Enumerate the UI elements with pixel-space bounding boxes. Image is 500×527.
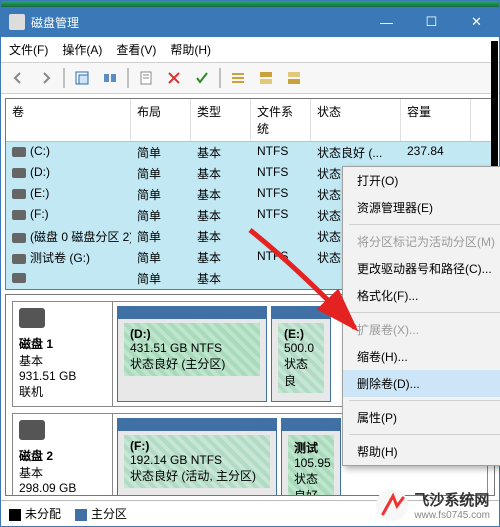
check-icon[interactable] [191,67,213,89]
header-fs[interactable]: 文件系统 [251,99,311,141]
watermark-logo-icon [376,489,408,521]
partition-f-status: 状态良好 (活动, 主分区) [130,469,256,483]
refresh-icon[interactable] [71,67,93,89]
header-volume[interactable]: 卷 [6,99,131,141]
partition-e-size: 500.0 [284,341,314,355]
ctx-mark-active: 将分区标记为活动分区(M) [343,228,500,255]
partition-d-label: (D:) [130,327,151,341]
ctx-shrink[interactable]: 缩卷(H)... [343,343,500,370]
partition-f[interactable]: (F:) 192.14 GB NTFS 状态良好 (活动, 主分区) [117,418,277,496]
disk-1-status: 联机 [19,383,106,400]
disk-1-size: 931.51 GB [19,369,106,383]
partition-e-label: (E:) [284,327,304,341]
disk-2-size: 298.09 GB [19,481,106,495]
delete-icon[interactable] [163,67,185,89]
header-layout[interactable]: 布局 [131,99,191,141]
menubar: 文件(F) 操作(A) 查看(V) 帮助(H) [1,37,499,63]
titlebar: 磁盘管理 — ☐ ✕ [1,7,499,37]
disk-2-status: 联机 [19,495,106,496]
context-menu: 打开(O) 资源管理器(E) 将分区标记为活动分区(M) 更改驱动器号和路径(C… [342,166,500,466]
watermark-name: 飞沙系统网 [414,492,489,509]
menu-help[interactable]: 帮助(H) [170,41,211,58]
tile-top-icon[interactable] [255,67,277,89]
disk-icon [19,420,45,440]
minimize-button[interactable]: — [364,7,409,37]
list-icon[interactable] [227,67,249,89]
app-icon [9,14,25,30]
partition-d[interactable]: (D:) 431.51 GB NTFS 状态良好 (主分区) [117,306,267,402]
properties-icon[interactable] [135,67,157,89]
close-button[interactable]: ✕ [454,7,499,37]
tile-bottom-icon[interactable] [283,67,305,89]
separator [63,68,65,88]
ctx-format[interactable]: 格式化(F)... [343,282,500,309]
header-capacity[interactable]: 容量 [401,99,471,141]
legend-primary-swatch [75,509,87,521]
disk-icon [19,308,45,328]
ctx-properties[interactable]: 属性(P) [343,404,500,431]
partition-f-size: 192.14 GB NTFS [130,453,222,467]
ctx-separator [349,400,500,401]
disk-1-info[interactable]: 磁盘 1 基本 931.51 GB 联机 [13,302,113,406]
forward-icon[interactable] [35,67,57,89]
disk-2-info[interactable]: 磁盘 2 基本 298.09 GB 联机 [13,414,113,496]
ctx-separator [349,434,500,435]
disk-2-type: 基本 [19,464,106,481]
table-row[interactable]: (C:)简单基本NTFS状态良好 (...237.84 [6,142,494,163]
partition-d-size: 431.51 GB NTFS [130,341,222,355]
ctx-extend: 扩展卷(X)... [343,316,500,343]
partition-g[interactable]: 测试 105.95 状态良好 (主分区) [281,418,341,496]
disk-1-type: 基本 [19,352,106,369]
maximize-button[interactable]: ☐ [409,7,454,37]
table-header: 卷 布局 类型 文件系统 状态 容量 [6,99,494,142]
ctx-change-letter[interactable]: 更改驱动器号和路径(C)... [343,255,500,282]
partition-e-status: 状态良 [284,357,308,388]
separator [127,68,129,88]
watermark-url: www.fs0745.com [414,510,490,521]
ctx-separator [349,312,500,313]
disk-2-name: 磁盘 2 [19,449,53,463]
partition-g-label: 测试 [294,441,318,455]
partition-g-size: 105.95 [294,456,331,470]
header-type[interactable]: 类型 [191,99,251,141]
legend-unalloc-swatch [9,509,21,521]
separator [219,68,221,88]
legend-unalloc: 未分配 [25,507,61,521]
window-title: 磁盘管理 [31,14,364,31]
disk-1-name: 磁盘 1 [19,337,53,351]
legend-primary: 主分区 [91,507,127,521]
ctx-help[interactable]: 帮助(H) [343,438,500,465]
partition-d-status: 状态良好 (主分区) [130,357,225,371]
ctx-open[interactable]: 打开(O) [343,167,500,194]
partition-e[interactable]: (E:) 500.0 状态良 [271,306,331,402]
toolbar [1,63,499,94]
menu-file[interactable]: 文件(F) [9,41,48,58]
ctx-separator [349,224,500,225]
ctx-explorer[interactable]: 资源管理器(E) [343,194,500,221]
ctx-delete-volume[interactable]: 删除卷(D)... [343,370,500,397]
menu-view[interactable]: 查看(V) [116,41,156,58]
back-icon[interactable] [7,67,29,89]
watermark: 飞沙系统网 www.fs0745.com [376,489,490,521]
partition-g-status: 状态良好 (主分区) [294,472,322,496]
header-status[interactable]: 状态 [311,99,401,141]
menu-action[interactable]: 操作(A) [62,41,102,58]
view-icon[interactable] [99,67,121,89]
partition-f-label: (F:) [130,439,149,453]
